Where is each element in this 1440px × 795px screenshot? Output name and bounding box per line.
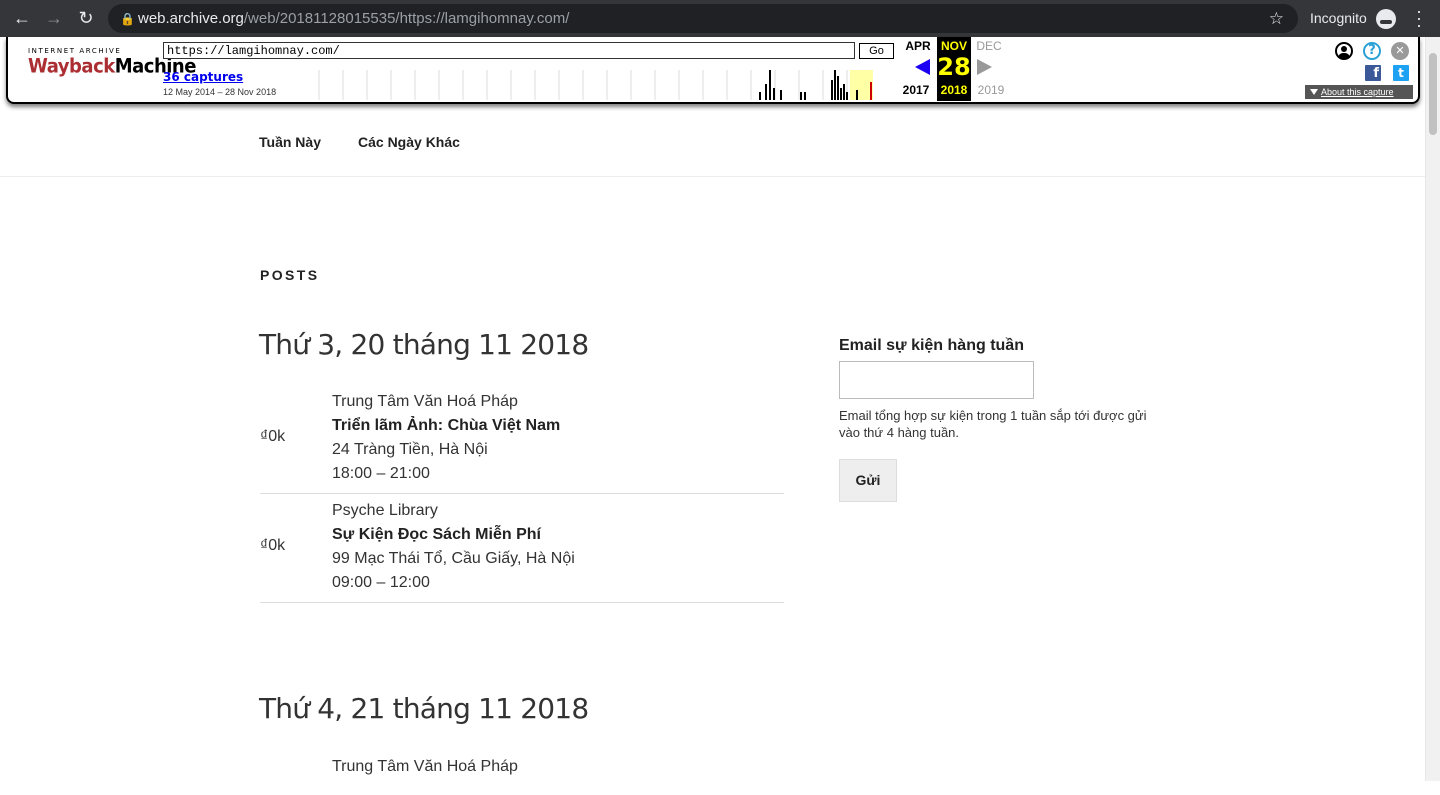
wayback-logo[interactable]: INTERNET ARCHIVE WaybackMachine <box>28 47 196 78</box>
event-time: 18:00 – 21:00 <box>332 465 430 482</box>
facebook-share-icon[interactable]: f <box>1365 65 1381 81</box>
event-name[interactable]: Sự Kiện Đọc Sách Miễn Phí <box>332 523 575 547</box>
wayback-url-input[interactable] <box>163 42 855 59</box>
site-navigation: Tuần Này Các Ngày Khác <box>0 104 1425 177</box>
reload-icon[interactable]: ↻ <box>76 8 96 28</box>
event-address: 99 Mạc Thái Tổ, Cầu Giấy, Hà Nội <box>332 550 575 567</box>
help-icon[interactable]: ? <box>1363 42 1381 60</box>
current-capture-marker <box>870 82 872 100</box>
event-price: ₫0k <box>260 428 286 445</box>
next-month: DEC <box>976 39 1002 53</box>
address-bar[interactable]: 🔒 web.archive.org/web/20181128015535/htt… <box>108 4 1298 33</box>
current-capture-date: NOV 28 2018 <box>937 37 971 101</box>
event-price: ₫0k <box>260 537 286 554</box>
event-address: 24 Tràng Tiền, Hà Nội <box>332 441 488 458</box>
year-gridlines <box>318 70 872 100</box>
browser-toolbar: ← → ↻ 🔒 web.archive.org/web/201811280155… <box>0 0 1440 37</box>
scrollbar-thumb[interactable] <box>1429 53 1437 135</box>
wayback-logo-top: INTERNET ARCHIVE <box>28 47 122 55</box>
bookmark-star-icon[interactable]: ☆ <box>1269 9 1284 29</box>
lock-icon: 🔒 <box>120 11 135 26</box>
nav-item-this-week[interactable]: Tuần Này <box>259 134 321 150</box>
email-widget-note: Email tổng hợp sự kiện trong 1 tuần sắp … <box>839 408 1147 440</box>
current-year-highlight <box>850 70 873 100</box>
wayback-logo-word-a: Wayback <box>28 54 115 78</box>
wayback-toolbar: INTERNET ARCHIVE WaybackMachine Go 36 ca… <box>6 37 1420 104</box>
current-month: NOV <box>940 39 967 53</box>
close-toolbar-icon[interactable]: ✕ <box>1391 42 1409 60</box>
send-button[interactable]: Gửi <box>839 459 897 502</box>
event-venue: Psyche Library <box>332 502 438 519</box>
email-widget-title: Email sự kiện hàng tuần <box>839 337 1024 354</box>
capture-bars <box>759 70 858 100</box>
capture-sparkline[interactable] <box>295 70 895 100</box>
captures-link[interactable]: 36 captures <box>163 70 243 84</box>
page-scrollbar[interactable] <box>1425 37 1440 781</box>
forward-arrow-icon[interactable]: → <box>44 8 64 28</box>
current-year: 2018 <box>940 83 968 97</box>
url-path: /web/20181128015535/https://lamgihomnay.… <box>243 10 570 27</box>
day-title: Thứ 4, 21 tháng 11 2018 <box>259 692 589 725</box>
event-venue: Trung Tâm Văn Hoá Pháp <box>332 393 518 410</box>
incognito-icon[interactable] <box>1376 9 1396 29</box>
prev-capture-arrow-icon[interactable] <box>915 59 930 75</box>
event-item[interactable]: ₫0k Psyche Library Sự Kiện Đọc Sách Miễn… <box>260 499 784 603</box>
event-venue: Trung Tâm Văn Hoá Pháp <box>332 758 518 775</box>
about-capture-link[interactable]: About this capture <box>1305 85 1413 99</box>
next-capture-arrow-icon <box>977 59 992 75</box>
user-account-icon[interactable] <box>1335 42 1353 60</box>
posts-heading: POSTS <box>260 267 320 283</box>
email-subscribe-input[interactable] <box>839 361 1034 399</box>
nav-item-other-days[interactable]: Các Ngày Khác <box>358 134 460 150</box>
back-arrow-icon[interactable]: ← <box>12 8 32 28</box>
incognito-label: Incognito <box>1310 10 1367 26</box>
prev-year[interactable]: 2017 <box>897 83 935 97</box>
event-item[interactable]: Trung Tâm Văn Hoá Pháp <box>260 755 784 795</box>
event-name[interactable]: Triển lãm Ảnh: Chùa Việt Nam <box>332 414 560 438</box>
url-host: web.archive.org <box>138 10 244 27</box>
capture-date-range: 12 May 2014 – 28 Nov 2018 <box>163 87 277 97</box>
wayback-go-button[interactable]: Go <box>859 43 894 59</box>
event-time: 09:00 – 12:00 <box>332 574 430 591</box>
day-title: Thứ 3, 20 tháng 11 2018 <box>259 328 589 361</box>
next-year: 2019 <box>977 83 1005 97</box>
twitter-share-icon[interactable]: t <box>1393 65 1409 81</box>
current-day: 28 <box>937 53 971 81</box>
event-item[interactable]: ₫0k Trung Tâm Văn Hoá Pháp Triển lãm Ảnh… <box>260 390 784 494</box>
browser-menu-icon[interactable]: · · · <box>1414 2 1424 34</box>
prev-month[interactable]: APR <box>903 39 933 53</box>
